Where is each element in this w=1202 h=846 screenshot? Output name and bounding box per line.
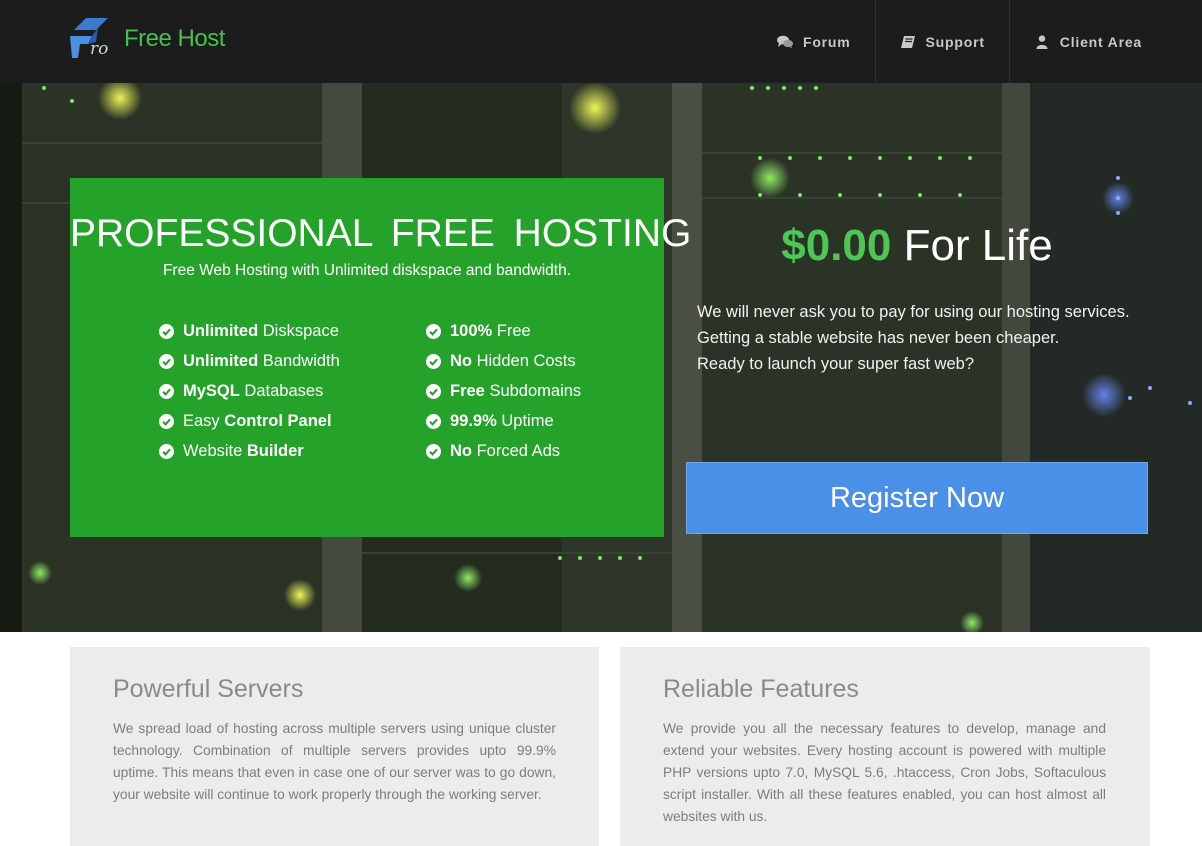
site-logo[interactable]: ro Free Host: [68, 14, 228, 66]
panel-title: Reliable Features: [663, 675, 859, 703]
logo-mark-icon: ro: [70, 18, 108, 59]
feature-item: MySQL Databases: [159, 376, 340, 406]
check-circle-icon: [159, 413, 174, 429]
feature-item: 100% Free: [426, 316, 581, 346]
features-box: PROFESSIONAL FREE HOSTING Free Web Hosti…: [70, 178, 692, 537]
reliable-features-panel: Reliable Features We provide you all the…: [620, 647, 1150, 846]
pitch-line: Ready to launch your super fast web?: [697, 355, 974, 373]
hero-subtitle: Free Web Hosting with Unlimited diskspac…: [162, 262, 572, 279]
feature-list-left: Unlimited Diskspace Unlimited Bandwidth …: [159, 316, 340, 466]
panel-body: We spread load of hosting across multipl…: [113, 721, 556, 802]
check-circle-icon: [159, 383, 174, 399]
feature-item: 99.9% Uptime: [426, 406, 581, 436]
feature-list-right: 100% Free No Hidden Costs Free Subdomain…: [426, 316, 581, 466]
register-now-button[interactable]: Register Now: [686, 462, 1148, 534]
check-circle-icon: [426, 443, 441, 459]
feature-item: Website Builder: [159, 436, 340, 466]
check-circle-icon: [159, 353, 174, 369]
main-nav: Forum Support Client Area: [753, 0, 1166, 83]
feature-item: No Forced Ads: [426, 436, 581, 466]
hero-banner: PROFESSIONAL FREE HOSTING Free Web Hosti…: [0, 83, 1202, 632]
check-circle-icon: [426, 323, 441, 339]
check-circle-icon: [426, 353, 441, 369]
check-circle-icon: [159, 443, 174, 459]
top-navbar: ro Free Host Forum Support Client Area: [0, 0, 1202, 83]
comments-icon: [776, 35, 793, 48]
nav-support-label: Support: [925, 33, 985, 50]
feature-item: Free Subdomains: [426, 376, 581, 406]
powerful-servers-panel: Powerful Servers We spread load of hosti…: [70, 647, 599, 846]
nav-client-area-label: Client Area: [1059, 33, 1142, 50]
panel-title: Powerful Servers: [113, 675, 304, 703]
check-circle-icon: [426, 413, 441, 429]
feature-item: Unlimited Diskspace: [159, 316, 340, 346]
pitch-text: We will never ask you to pay for using o…: [697, 299, 1157, 377]
check-circle-icon: [159, 323, 174, 339]
user-icon: [1036, 34, 1048, 49]
feature-item: Unlimited Bandwidth: [159, 346, 340, 376]
pitch-line: Getting a stable website has never been …: [697, 329, 1060, 347]
panel-body: We provide you all the necessary feature…: [663, 721, 1106, 824]
nav-forum-label: Forum: [802, 33, 851, 50]
price-suffix: For Life: [891, 221, 1053, 270]
feature-item: No Hidden Costs: [426, 346, 581, 376]
pitch-line: We will never ask you to pay for using o…: [697, 303, 1130, 321]
nav-support[interactable]: Support: [874, 0, 1009, 83]
price-amount: $0.00: [781, 221, 892, 270]
logo-mark-text: ro: [90, 39, 108, 59]
nav-forum[interactable]: Forum: [753, 0, 875, 83]
book-icon: [900, 35, 915, 48]
logo-text: Free Host: [124, 25, 225, 52]
check-circle-icon: [426, 383, 441, 399]
feature-item: Easy Control Panel: [159, 406, 340, 436]
nav-client-area[interactable]: Client Area: [1008, 0, 1166, 83]
hero-title: PROFESSIONAL FREE HOSTING: [70, 212, 692, 255]
price-headline: $0.00 For Life: [686, 221, 1148, 271]
